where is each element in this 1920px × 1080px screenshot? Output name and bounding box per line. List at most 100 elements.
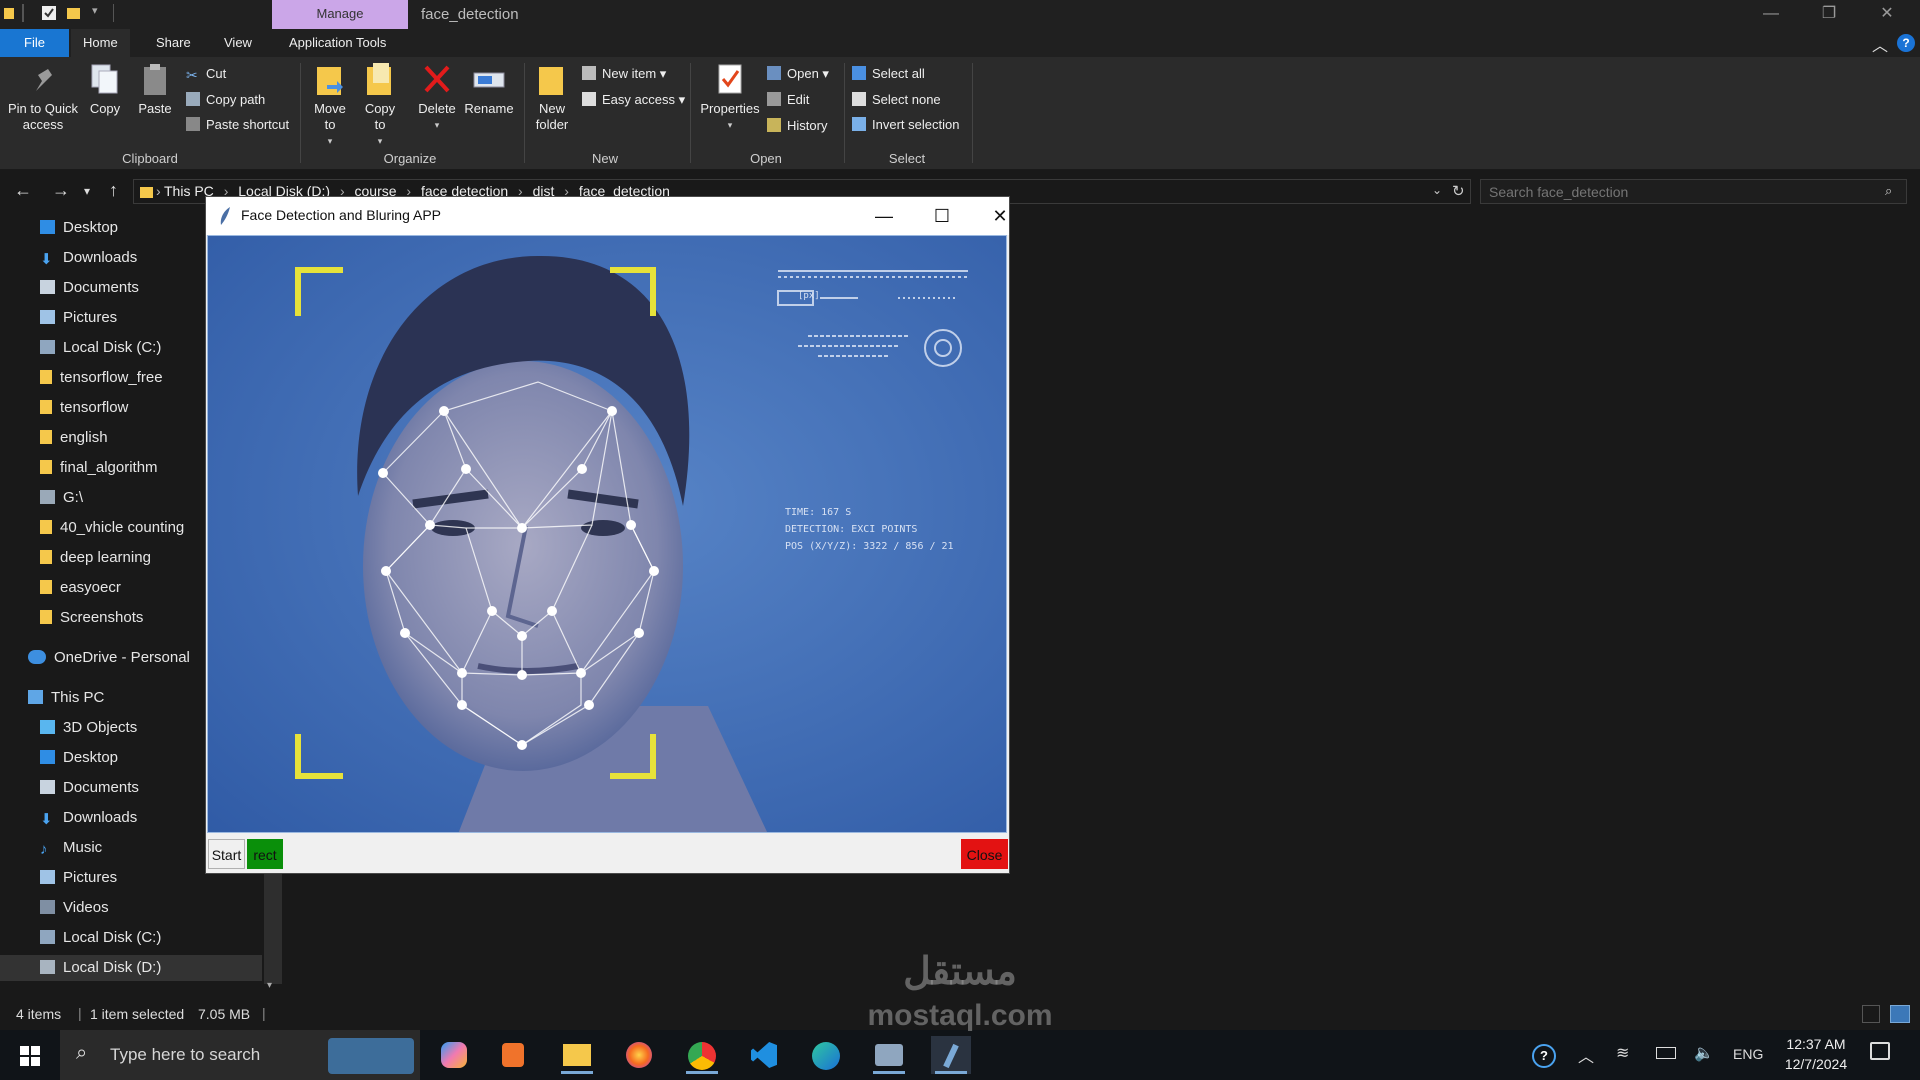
notifications-icon[interactable] (1870, 1042, 1890, 1060)
battery-icon[interactable] (1656, 1047, 1676, 1059)
new-item-button[interactable]: New item ▾ (582, 64, 666, 84)
clock-date[interactable]: 12/7/2024 (1776, 1056, 1856, 1072)
clock-time[interactable]: 12:37 AM (1781, 1036, 1851, 1052)
sidebar-item-desktop-pc[interactable]: Desktop (40, 745, 118, 771)
restore-button[interactable]: ❐ (1806, 0, 1852, 29)
copy-button[interactable]: Copy (87, 61, 123, 117)
copy-path-button[interactable]: Copy path (186, 90, 265, 110)
scrollbar[interactable] (264, 874, 282, 984)
sidebar-item-screenshots[interactable]: Screenshots (40, 605, 143, 631)
sidebar-item-documents[interactable]: Documents (40, 275, 139, 301)
app-titlebar[interactable]: Face Detection and Bluring APP — ☐ ✕ (206, 197, 1009, 235)
sidebar-item-this-pc[interactable]: This PC (28, 685, 104, 711)
forward-arrow-icon[interactable]: → (52, 180, 70, 201)
easy-access-button[interactable]: Easy access ▾ (582, 90, 685, 110)
refresh-icon[interactable]: ↻ (1452, 182, 1465, 200)
sidebar-item-3d-objects[interactable]: 3D Objects (40, 715, 137, 741)
tab-view[interactable]: View (212, 29, 264, 57)
search-input[interactable] (1489, 183, 1879, 201)
address-history-chevron-icon[interactable]: ⌄ (1432, 183, 1442, 197)
properties-button[interactable]: Properties ▾ (697, 61, 763, 133)
sidebar-item-deep-learning[interactable]: deep learning (40, 545, 151, 571)
sidebar-item-tensorflow[interactable]: tensorflow (40, 395, 128, 421)
sidebar-item-easyoecr[interactable]: easyoecr (40, 575, 121, 601)
windows-start-icon[interactable] (20, 1046, 40, 1066)
back-arrow-icon[interactable]: ← (14, 180, 32, 201)
sidebar-item-g-drive[interactable]: G:\ (40, 485, 83, 511)
close-window-button[interactable]: ✕ (1864, 0, 1910, 29)
customize-toolbar-chevron-icon[interactable]: ▾ (92, 4, 98, 17)
app-close-button[interactable]: ✕ (980, 203, 1020, 229)
help-tray-icon[interactable]: ? (1532, 1044, 1556, 1068)
language-indicator[interactable]: ENG (1733, 1046, 1763, 1062)
scroll-down-chevron-icon[interactable]: ▾ (267, 980, 272, 991)
search-icon[interactable]: ⌕ (1885, 183, 1892, 199)
up-arrow-icon[interactable]: ↑ (109, 180, 118, 201)
sidebar-item-videos[interactable]: Videos (40, 895, 109, 921)
recent-chevron-icon[interactable]: ▾ (84, 184, 90, 198)
sidebar-item-tensorflow-free[interactable]: tensorflow_free (40, 365, 163, 391)
media-player-icon[interactable] (493, 1036, 533, 1074)
properties-checkbox-icon[interactable] (42, 6, 56, 20)
move-to-button[interactable]: Move to ▾ (308, 61, 352, 149)
wifi-icon[interactable]: ≋ (1616, 1043, 1629, 1063)
python-icon[interactable] (869, 1036, 909, 1074)
search-box: ⌕ (1480, 179, 1907, 204)
cut-button[interactable]: ✂ Cut (186, 64, 226, 84)
sidebar-item-desktop[interactable]: Desktop (40, 215, 118, 241)
sidebar-item-local-disk-c[interactable]: Local Disk (C:) (40, 335, 161, 361)
tab-application-tools[interactable]: Application Tools (277, 29, 398, 57)
sidebar-item-pictures[interactable]: Pictures (40, 305, 117, 331)
app-maximize-button[interactable]: ☐ (922, 203, 962, 229)
collapse-ribbon-chevron-icon[interactable]: ︿ (1872, 32, 1888, 56)
file-explorer-icon[interactable] (557, 1036, 597, 1074)
delete-button[interactable]: Delete ▾ (414, 61, 460, 133)
minimize-button[interactable]: — (1748, 0, 1794, 29)
details-view-icon[interactable] (1862, 1005, 1880, 1023)
paste-shortcut-button[interactable]: Paste shortcut (186, 115, 289, 135)
chrome-icon[interactable] (682, 1036, 722, 1074)
sidebar-item-english[interactable]: english (40, 425, 108, 451)
rect-button[interactable]: rect (247, 839, 283, 869)
sidebar-item-onedrive[interactable]: OneDrive - Personal (28, 645, 190, 671)
help-icon[interactable]: ? (1897, 34, 1915, 52)
start-button[interactable]: Start (208, 839, 245, 869)
app-minimize-button[interactable]: — (864, 203, 904, 229)
sidebar-item-music[interactable]: ♪ Music (40, 835, 102, 861)
paste-button[interactable]: Paste (136, 61, 174, 117)
select-all-button[interactable]: Select all (852, 64, 925, 84)
taskbar-search[interactable]: ⌕ Type here to search (60, 1030, 420, 1080)
copilot-icon[interactable] (434, 1036, 474, 1074)
new-folder-icon[interactable] (67, 6, 81, 20)
sidebar-item-downloads-pc[interactable]: ⬇ Downloads (40, 805, 137, 831)
open-button[interactable]: Open ▾ (767, 64, 829, 84)
vscode-icon[interactable] (744, 1036, 784, 1074)
tray-overflow-chevron-icon[interactable]: ︿ (1578, 1043, 1594, 1067)
sidebar-item-pictures-pc[interactable]: Pictures (40, 865, 117, 891)
firefox-icon[interactable] (619, 1036, 659, 1074)
tab-file[interactable]: File (0, 29, 69, 57)
tab-share[interactable]: Share (144, 29, 203, 57)
history-button[interactable]: History (767, 116, 827, 136)
large-icons-view-icon[interactable] (1890, 1005, 1910, 1023)
edit-button[interactable]: Edit (767, 90, 809, 110)
tab-manage[interactable]: Manage (272, 0, 408, 29)
sidebar-item-local-disk-d[interactable]: Local Disk (D:) (0, 955, 262, 981)
edge-icon[interactable] (806, 1036, 846, 1074)
rename-button[interactable]: Rename (463, 61, 515, 117)
copy-to-button[interactable]: Copy to ▾ (358, 61, 402, 149)
invert-selection-button[interactable]: Invert selection (852, 115, 959, 135)
sidebar-item-final-algorithm[interactable]: final_algorithm (40, 455, 158, 481)
close-app-button[interactable]: Close (961, 839, 1008, 869)
tab-home[interactable]: Home (71, 29, 130, 57)
sidebar-item-downloads[interactable]: ⬇ Downloads (40, 245, 137, 271)
feather-app-icon[interactable] (931, 1036, 971, 1074)
pin-to-quick-access-button[interactable]: Pin to Quick access (6, 61, 80, 133)
paste-shortcut-icon (186, 117, 200, 131)
new-folder-button[interactable]: New folder (530, 61, 574, 133)
sidebar-item-40-vhicle-counting[interactable]: 40_vhicle counting (40, 515, 184, 541)
sidebar-item-documents-pc[interactable]: Documents (40, 775, 139, 801)
volume-icon[interactable]: 🔈 (1694, 1043, 1714, 1063)
select-none-button[interactable]: Select none (852, 90, 941, 110)
sidebar-item-local-disk-c-pc[interactable]: Local Disk (C:) (40, 925, 161, 951)
